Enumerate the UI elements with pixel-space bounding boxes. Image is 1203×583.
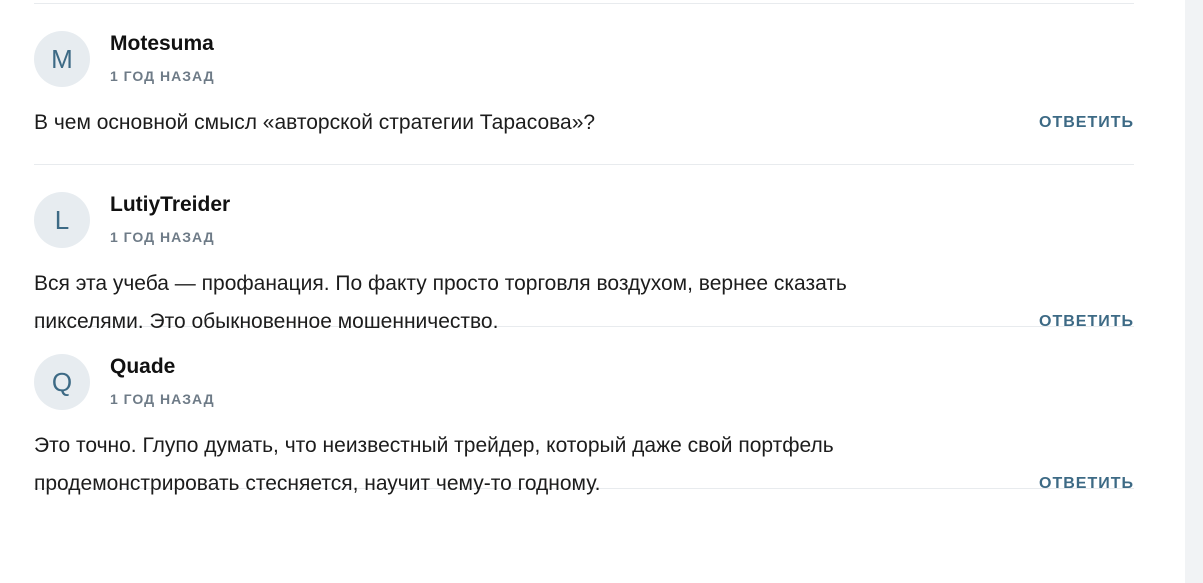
avatar: Q [34, 354, 90, 410]
comments-page: M Motesuma 1 ГОД НАЗАД В чем основной см… [0, 0, 1203, 583]
comment-item: M Motesuma 1 ГОД НАЗАД В чем основной см… [34, 4, 1134, 164]
comment-author[interactable]: LutiyTreider [110, 193, 230, 217]
comment-text: В чем основной смысл «авторской стратеги… [34, 111, 596, 134]
comment-author[interactable]: Motesuma [110, 32, 214, 56]
comment-time: 1 ГОД НАЗАД [110, 68, 215, 84]
comment-list: M Motesuma 1 ГОД НАЗАД В чем основной см… [34, 0, 1134, 495]
reply-button[interactable]: ОТВЕТИТЬ [1039, 475, 1134, 493]
comment-time: 1 ГОД НАЗАД [110, 391, 215, 407]
comment-item: L LutiyTreider 1 ГОД НАЗАД Вся эта учеба… [34, 165, 1134, 333]
reply-button[interactable]: ОТВЕТИТЬ [1039, 114, 1134, 132]
comment-author[interactable]: Quade [110, 355, 175, 379]
avatar: M [34, 31, 90, 87]
comment-time: 1 ГОД НАЗАД [110, 229, 215, 245]
avatar: L [34, 192, 90, 248]
comment-text: Это точно. Глупо думать, что неизвестный… [34, 434, 834, 495]
scroll-area-edge [1185, 0, 1203, 583]
comment-item: Q Quade 1 ГОД НАЗАД Это точно. Глупо дум… [34, 327, 1134, 495]
